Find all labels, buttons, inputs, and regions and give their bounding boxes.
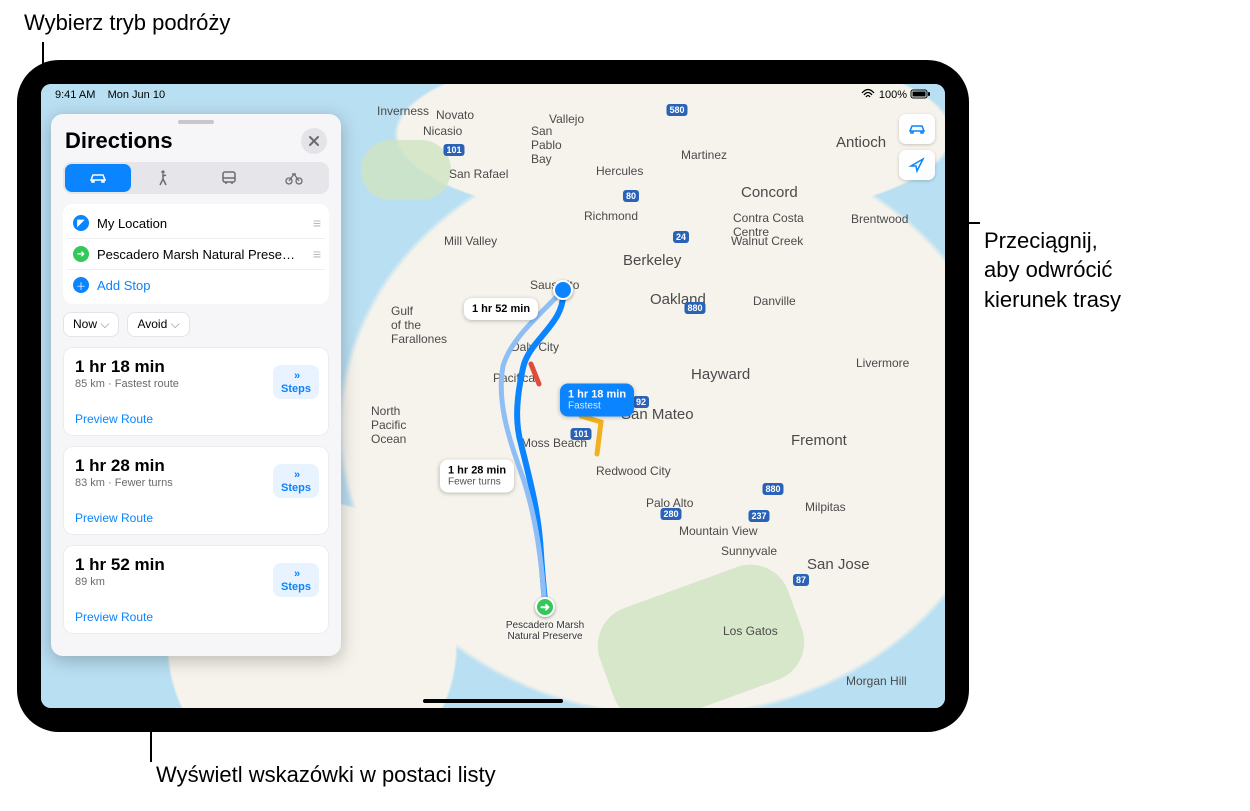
mode-walk[interactable]: [131, 164, 197, 192]
callout-mode-text: Wybierz tryb podróży: [24, 10, 230, 35]
screen: 9:41 AM Mon Jun 10 100%: [41, 84, 945, 708]
panel-grabber[interactable]: [178, 120, 214, 124]
callout-list-text: Wyświetl wskazówki w postaci listy: [156, 762, 496, 787]
transit-icon: [221, 171, 237, 185]
steps-label: Steps: [281, 582, 311, 593]
wifi-icon: [861, 89, 875, 102]
directions-panel: Directions: [51, 114, 341, 656]
road-badge: 24: [673, 231, 689, 243]
status-battery: 100%: [879, 89, 907, 101]
walk-icon: [157, 170, 169, 186]
road-badge: 237: [748, 510, 769, 522]
map-parkland: [361, 140, 451, 200]
road-badge: 87: [793, 574, 809, 586]
callout-drag-text: Przeciągnij, aby odwrócić kierunek trasy: [984, 228, 1121, 312]
bubble-fewer[interactable]: 1 hr 28 min Fewer turns: [440, 460, 514, 493]
callout-list: Wyświetl wskazówki w postaci listy: [156, 760, 656, 790]
bike-icon: [284, 171, 304, 185]
ipad-frame: 9:41 AM Mon Jun 10 100%: [17, 60, 969, 732]
steps-label: Steps: [281, 483, 311, 494]
map-mode-button[interactable]: [899, 114, 935, 144]
bubble-long[interactable]: 1 hr 52 min: [464, 298, 538, 320]
status-right: 100%: [861, 89, 931, 102]
bubble-fastest-time: 1 hr 18 min: [568, 389, 626, 401]
chevrons-icon: »: [294, 470, 298, 481]
battery-icon: [911, 89, 931, 102]
stop-from-label: My Location: [97, 216, 167, 231]
mode-transit[interactable]: [196, 164, 262, 192]
close-icon: [309, 136, 319, 146]
add-stop[interactable]: ＋ Add Stop: [67, 269, 325, 300]
drag-handle-icon[interactable]: ≡: [313, 246, 319, 262]
chevrons-icon: »: [294, 371, 298, 382]
steps-button[interactable]: » Steps: [273, 365, 319, 399]
road-badge: 580: [666, 104, 687, 116]
mode-segmented: [63, 162, 329, 194]
route-card[interactable]: 1 hr 18 min 85 km · Fastest route » Step…: [63, 347, 329, 436]
home-indicator[interactable]: [423, 699, 563, 703]
steps-button[interactable]: » Steps: [273, 563, 319, 597]
mode-bike[interactable]: [262, 164, 328, 192]
route-card[interactable]: 1 hr 28 min 83 km · Fewer turns » Steps …: [63, 446, 329, 535]
route-card[interactable]: 1 hr 52 min 89 km » Steps Preview Route: [63, 545, 329, 634]
close-button[interactable]: [301, 128, 327, 154]
drag-handle-icon[interactable]: ≡: [313, 215, 319, 231]
depart-now-button[interactable]: Now: [63, 312, 119, 337]
callout-drag: Przeciągnij, aby odwrócić kierunek trasy: [984, 196, 1244, 344]
stop-from[interactable]: ◤ My Location ≡: [67, 208, 325, 238]
stop-to[interactable]: ➜ Pescadero Marsh Natural Preserve ≡: [67, 238, 325, 269]
locate-me-button[interactable]: [899, 150, 935, 180]
pin-destination[interactable]: ➜: [535, 597, 555, 617]
panel-title: Directions: [65, 128, 173, 154]
bubble-fastest[interactable]: 1 hr 18 min Fastest: [560, 384, 634, 417]
bubble-long-time: 1 hr 52 min: [472, 303, 530, 315]
bubble-fastest-sub: Fastest: [568, 401, 626, 412]
chevrons-icon: »: [294, 569, 298, 580]
location-arrow-icon: [909, 157, 925, 173]
road-badge: 880: [762, 483, 783, 495]
road-badge: 92: [633, 396, 649, 408]
steps-label: Steps: [281, 384, 311, 395]
bubble-fewer-time: 1 hr 28 min: [448, 465, 506, 477]
destination-icon: ➜: [73, 246, 89, 262]
road-badge: 880: [684, 302, 705, 314]
road-badge: 80: [623, 190, 639, 202]
map-controls: [899, 114, 935, 180]
add-stop-label: Add Stop: [97, 278, 151, 293]
bubble-fewer-sub: Fewer turns: [448, 477, 506, 488]
route-options: Now Avoid: [63, 312, 329, 337]
mode-car[interactable]: [65, 164, 131, 192]
location-icon: ◤: [73, 215, 89, 231]
callout-mode: Wybierz tryb podróży: [24, 8, 344, 38]
car-icon: [908, 122, 926, 136]
status-date: Mon Jun 10: [108, 89, 165, 101]
road-badge: 101: [570, 428, 591, 440]
status-time: 9:41 AM: [55, 89, 95, 101]
steps-button[interactable]: » Steps: [273, 464, 319, 498]
stops-card: ◤ My Location ≡ ➜ Pescadero Marsh Natura…: [63, 204, 329, 304]
road-badge: 101: [443, 144, 464, 156]
panel-header: Directions: [51, 126, 341, 162]
preview-route-link[interactable]: Preview Route: [75, 412, 153, 426]
pin-start[interactable]: [553, 280, 573, 300]
preview-route-link[interactable]: Preview Route: [75, 511, 153, 525]
avoid-button[interactable]: Avoid: [127, 312, 189, 337]
road-badge: 280: [660, 508, 681, 520]
status-bar: 9:41 AM Mon Jun 10 100%: [41, 84, 945, 104]
plus-icon: ＋: [73, 277, 89, 293]
status-left: 9:41 AM Mon Jun 10: [55, 89, 165, 101]
stop-to-label: Pescadero Marsh Natural Preserve: [97, 247, 297, 262]
destination-label: Pescadero Marsh Natural Preserve: [506, 620, 584, 642]
route-list: 1 hr 18 min 85 km · Fastest route » Step…: [51, 347, 341, 656]
car-icon: [88, 171, 108, 185]
preview-route-link[interactable]: Preview Route: [75, 610, 153, 624]
